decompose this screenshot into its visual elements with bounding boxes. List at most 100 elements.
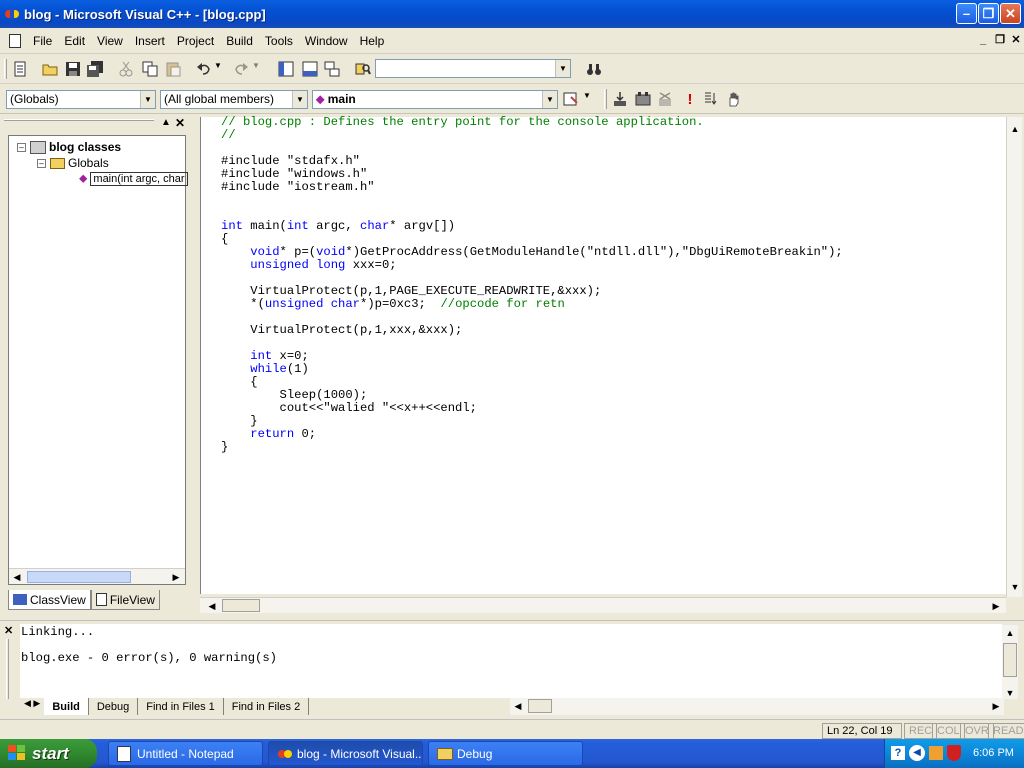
back-arrow-icon[interactable]: ◀ (909, 745, 925, 761)
go-icon[interactable] (703, 91, 719, 107)
scroll-left-icon[interactable]: ◀ (510, 698, 526, 714)
stop-build-icon[interactable] (657, 91, 673, 107)
scroll-left-icon[interactable]: ◀ (204, 598, 220, 614)
members-combo[interactable]: (All global members) ▼ (160, 90, 308, 109)
scroll-up-icon[interactable]: ▲ (1002, 625, 1018, 641)
redo-dropdown-icon[interactable]: ▼ (252, 61, 268, 77)
close-button[interactable]: ✕ (1000, 3, 1021, 24)
compile-icon[interactable] (612, 91, 628, 107)
output-vscroll[interactable]: ▲ ▼ (1002, 625, 1018, 699)
scroll-down-icon[interactable]: ▼ (1002, 685, 1018, 701)
help-icon[interactable]: ? (891, 746, 905, 760)
scroll-left-icon[interactable]: ◀ (9, 569, 25, 585)
output-hscroll[interactable]: ◀ ▶ (510, 698, 1004, 715)
build-icon[interactable] (635, 91, 651, 107)
open-folder-icon[interactable] (42, 61, 58, 77)
tab-find-in-files-1[interactable]: Find in Files 1 (138, 698, 224, 715)
restore-button[interactable]: ❐ (978, 3, 999, 24)
function-combo[interactable]: ⬥ main ▼ (312, 90, 558, 109)
code-line[interactable] (221, 194, 843, 207)
scroll-up-icon[interactable]: ▲ (1007, 121, 1023, 137)
paste-icon[interactable] (165, 61, 181, 77)
menu-edit[interactable]: Edit (58, 34, 91, 48)
breakpoint-hand-icon[interactable] (726, 91, 742, 107)
editor-hscroll[interactable]: ◀ ▶ (200, 597, 1006, 613)
code-line[interactable]: *(unsigned char*)p=0xc3; //opcode for re… (221, 298, 843, 311)
scroll-thumb[interactable] (222, 599, 260, 612)
chevron-down-icon[interactable]: ▼ (555, 60, 570, 77)
scroll-thumb[interactable] (528, 699, 552, 713)
tab-classview[interactable]: ClassView (8, 590, 91, 610)
scroll-thumb[interactable] (27, 571, 131, 583)
chevron-down-icon[interactable]: ▼ (292, 91, 307, 108)
security-shield-icon[interactable] (947, 745, 961, 761)
chevron-down-icon[interactable]: ▼ (542, 91, 557, 108)
window-list-icon[interactable] (324, 61, 340, 77)
toolbar-grip[interactable] (4, 59, 7, 79)
new-text-file-icon[interactable] (12, 61, 28, 77)
copy-icon[interactable] (142, 61, 158, 77)
scroll-right-icon[interactable]: ▶ (988, 698, 1004, 714)
output-toggle-icon[interactable] (302, 61, 318, 77)
menu-tools[interactable]: Tools (259, 34, 299, 48)
code-line[interactable]: return 0; (221, 428, 843, 441)
code-line[interactable]: while(1) (221, 363, 843, 376)
workspace-toggle-icon[interactable] (278, 61, 294, 77)
cut-icon[interactable] (118, 61, 134, 77)
wizard-bar-action-icon[interactable] (563, 91, 579, 107)
action-dropdown-icon[interactable]: ▼ (583, 91, 599, 107)
taskbar-debug-folder[interactable]: Debug (428, 741, 583, 766)
scope-combo[interactable]: (Globals) ▼ (6, 90, 156, 109)
output-grip[interactable] (6, 639, 9, 699)
code-line[interactable]: #include "iostream.h" (221, 181, 843, 194)
tree-folder-globals[interactable]: – Globals (37, 156, 109, 170)
menu-window[interactable]: Window (299, 34, 354, 48)
undo-icon[interactable] (196, 61, 212, 77)
mdi-minimize-button[interactable]: _ (975, 34, 991, 48)
find-binoculars-icon[interactable] (586, 61, 602, 77)
menu-insert[interactable]: Insert (129, 34, 171, 48)
tab-find-in-files-2[interactable]: Find in Files 2 (224, 698, 310, 715)
toolbar-grip[interactable] (604, 89, 607, 109)
taskbar-visual-cpp[interactable]: blog - Microsoft Visual... (268, 741, 423, 766)
execute-icon[interactable]: ! (682, 91, 698, 108)
minimize-button[interactable]: – (956, 3, 977, 24)
find-in-files-icon[interactable] (355, 61, 371, 77)
tab-build[interactable]: Build (44, 698, 89, 715)
find-combo[interactable]: ▼ (375, 59, 571, 78)
tab-fileview[interactable]: FileView (90, 590, 160, 610)
tab-debug[interactable]: Debug (89, 698, 139, 715)
tab-scroll-left-icon[interactable]: ◀ ▶ (20, 698, 44, 715)
mdi-restore-button[interactable]: ❐ (992, 34, 1008, 48)
code-line[interactable]: int x=0; (221, 350, 843, 363)
menu-project[interactable]: Project (171, 34, 220, 48)
scroll-thumb[interactable] (1003, 643, 1017, 677)
scroll-right-icon[interactable]: ▶ (988, 598, 1004, 614)
chevron-down-icon[interactable]: ▼ (140, 91, 155, 108)
code-line[interactable]: } (221, 441, 843, 454)
start-button[interactable]: start (0, 739, 97, 768)
collapse-icon[interactable]: – (37, 158, 46, 168)
code-text[interactable]: // blog.cpp : Defines the entry point fo… (221, 116, 843, 454)
tree-item-main[interactable]: ⬥ main(int argc, char (79, 171, 188, 186)
editor-vscroll[interactable]: ▲ ▼ (1006, 117, 1022, 597)
code-line[interactable]: cout<<"walied "<<x++<<endl; (221, 402, 843, 415)
output-close-icon[interactable]: ✕ (4, 624, 13, 637)
undo-dropdown-icon[interactable]: ▼ (214, 61, 230, 77)
menu-file[interactable]: File (27, 34, 58, 48)
network-icon[interactable] (929, 746, 943, 760)
tree-root[interactable]: – blog classes (17, 140, 121, 154)
mdi-close-button[interactable]: ✕ (1008, 34, 1024, 48)
workspace-grip[interactable] (4, 119, 154, 121)
code-line[interactable]: int main(int argc, char* argv[]) (221, 220, 843, 233)
redo-icon[interactable] (233, 61, 249, 77)
save-all-icon[interactable] (87, 61, 103, 77)
code-line[interactable]: // blog.cpp : Defines the entry point fo… (221, 116, 843, 129)
tree-hscroll[interactable]: ◀ ▶ (9, 568, 185, 584)
collapse-icon[interactable]: – (17, 142, 26, 152)
save-icon[interactable] (65, 61, 81, 77)
menu-build[interactable]: Build (220, 34, 259, 48)
scroll-down-icon[interactable]: ▼ (1007, 579, 1023, 595)
menu-help[interactable]: Help (354, 34, 391, 48)
scroll-right-icon[interactable]: ▶ (168, 569, 184, 585)
